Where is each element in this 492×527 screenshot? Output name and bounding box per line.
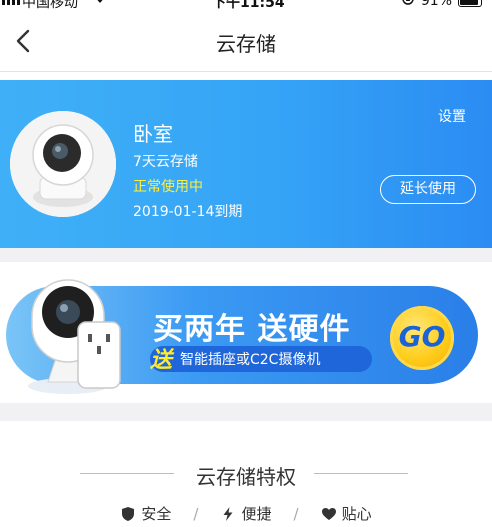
smart-plug-icon — [77, 321, 121, 389]
privilege-item-convenience: 便捷 — [220, 503, 272, 524]
privileges-title: 云存储特权 — [196, 465, 296, 489]
battery-percent: 91% — [420, 0, 452, 9]
privilege-item-security: 安全 — [120, 503, 171, 524]
section-divider — [0, 403, 492, 421]
status-label: 正常使用中 — [133, 179, 203, 195]
privileges-section: 云存储特权 安全 / 便捷 / 贴心 — [0, 421, 492, 527]
device-name: 卧室 — [133, 122, 173, 146]
signal-icon — [2, 0, 20, 5]
wifi-icon — [92, 0, 108, 8]
promo-subtext: 智能插座或C2C摄像机 — [180, 352, 321, 368]
nav-bar: 云存储 — [0, 10, 492, 72]
separator: / — [293, 504, 299, 523]
device-card: 卧室 7天云存储 正常使用中 2019-01-14到期 设置 延长使用 — [0, 80, 492, 248]
shield-icon — [122, 506, 135, 521]
rotation-lock-icon — [401, 0, 415, 10]
divider-line — [314, 473, 408, 474]
promo-headline: 买两年 送硬件 — [153, 312, 351, 347]
section-divider — [0, 248, 492, 262]
go-button[interactable]: GO — [390, 306, 454, 370]
lightning-icon — [223, 506, 233, 521]
battery-icon — [458, 0, 482, 7]
camera-thumbnail — [10, 111, 116, 217]
extend-button[interactable]: 延长使用 — [380, 175, 476, 204]
privilege-label: 贴心 — [341, 505, 372, 523]
privilege-label: 便捷 — [241, 505, 272, 523]
promo-section: 买两年 送硬件 送 智能插座或C2C摄像机 GO — [0, 262, 492, 403]
page-title: 云存储 — [216, 32, 276, 56]
privilege-item-care: 贴心 — [321, 503, 372, 524]
expiry-date: 2019-01-14到期 — [133, 204, 243, 220]
go-label: GO — [398, 320, 446, 353]
status-bar: 中国移动 下午11:54 91% — [0, 0, 492, 11]
separator: / — [193, 504, 199, 523]
heart-icon — [321, 507, 336, 520]
privileges-list: 安全 / 便捷 / 贴心 — [0, 503, 492, 524]
promo-gift-tag: 送 — [150, 348, 173, 373]
camera-icon — [10, 111, 116, 217]
plan-label: 7天云存储 — [133, 154, 198, 170]
privilege-label: 安全 — [141, 505, 172, 523]
settings-link[interactable]: 设置 — [438, 106, 466, 126]
